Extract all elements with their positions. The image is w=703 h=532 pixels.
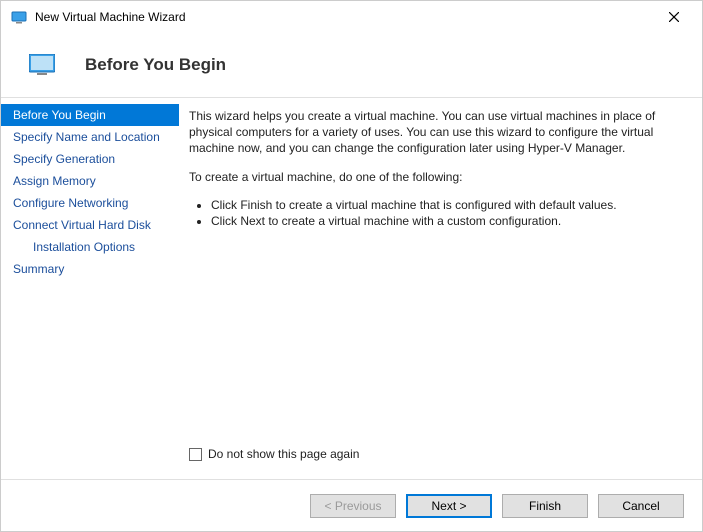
previous-button: < Previous (310, 494, 396, 518)
step-specify-generation[interactable]: Specify Generation (1, 148, 179, 170)
skip-page-checkbox[interactable] (189, 448, 202, 461)
wizard-header: Before You Begin (1, 33, 702, 97)
intro-text: This wizard helps you create a virtual m… (189, 108, 682, 157)
titlebar: New Virtual Machine Wizard (1, 1, 702, 33)
close-button[interactable] (654, 3, 694, 31)
step-installation-options[interactable]: Installation Options (1, 236, 179, 258)
wizard-steps-sidebar: Before You Begin Specify Name and Locati… (1, 98, 179, 479)
next-button[interactable]: Next > (406, 494, 492, 518)
finish-button[interactable]: Finish (502, 494, 588, 518)
wizard-content: This wizard helps you create a virtual m… (179, 98, 702, 479)
instruction-item: Click Finish to create a virtual machine… (211, 197, 682, 213)
instruction-list: Click Finish to create a virtual machine… (189, 197, 682, 229)
step-configure-networking[interactable]: Configure Networking (1, 192, 179, 214)
cancel-button[interactable]: Cancel (598, 494, 684, 518)
step-assign-memory[interactable]: Assign Memory (1, 170, 179, 192)
prompt-text: To create a virtual machine, do one of t… (189, 169, 682, 185)
wizard-footer: < Previous Next > Finish Cancel (1, 479, 702, 531)
wizard-body: Before You Begin Specify Name and Locati… (1, 98, 702, 479)
wizard-window: New Virtual Machine Wizard Before You Be… (0, 0, 703, 532)
skip-page-row: Do not show this page again (189, 447, 682, 461)
wizard-header-icon (29, 54, 55, 76)
skip-page-label: Do not show this page again (208, 447, 359, 461)
step-specify-name-location[interactable]: Specify Name and Location (1, 126, 179, 148)
window-title: New Virtual Machine Wizard (35, 10, 654, 24)
step-before-you-begin[interactable]: Before You Begin (1, 104, 179, 126)
page-title: Before You Begin (85, 55, 226, 75)
wizard-app-icon (11, 9, 27, 25)
step-summary[interactable]: Summary (1, 258, 179, 280)
step-connect-vhd[interactable]: Connect Virtual Hard Disk (1, 214, 179, 236)
instruction-item: Click Next to create a virtual machine w… (211, 213, 682, 229)
